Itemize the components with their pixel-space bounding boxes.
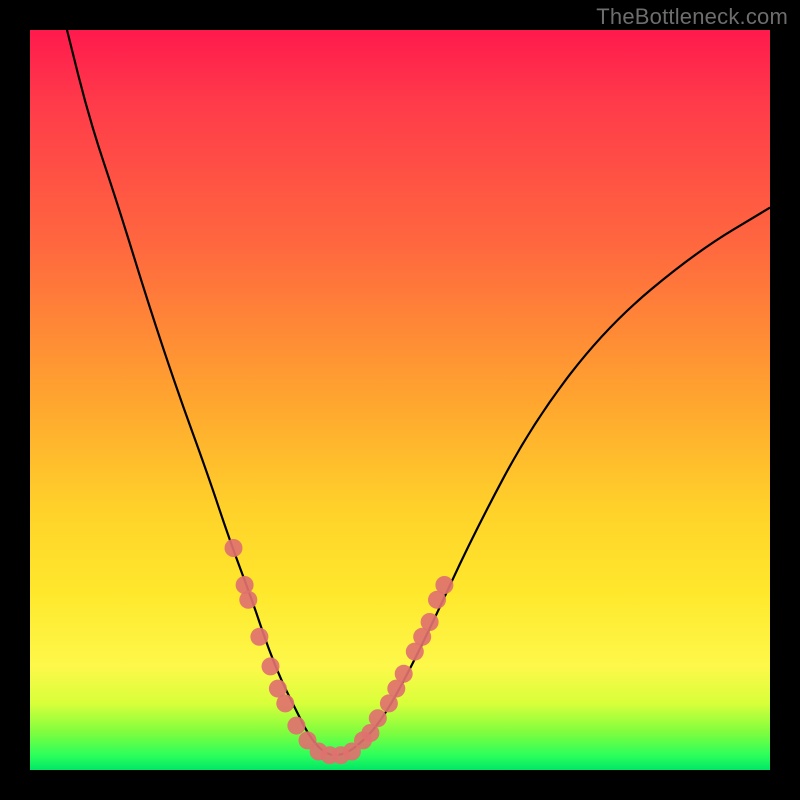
scatter-dot xyxy=(369,709,387,727)
scatter-dot xyxy=(395,665,413,683)
chart-svg xyxy=(30,30,770,770)
chart-frame: TheBottleneck.com xyxy=(0,0,800,800)
watermark-text: TheBottleneck.com xyxy=(596,4,788,30)
scatter-dot xyxy=(287,717,305,735)
scatter-dot xyxy=(225,539,243,557)
plot-area xyxy=(30,30,770,770)
scatter-dot xyxy=(262,657,280,675)
scatter-dot xyxy=(421,613,439,631)
scatter-dot xyxy=(239,591,257,609)
scatter-dot xyxy=(276,694,294,712)
scatter-dot xyxy=(435,576,453,594)
scatter-points xyxy=(225,539,454,764)
scatter-dot xyxy=(250,628,268,646)
